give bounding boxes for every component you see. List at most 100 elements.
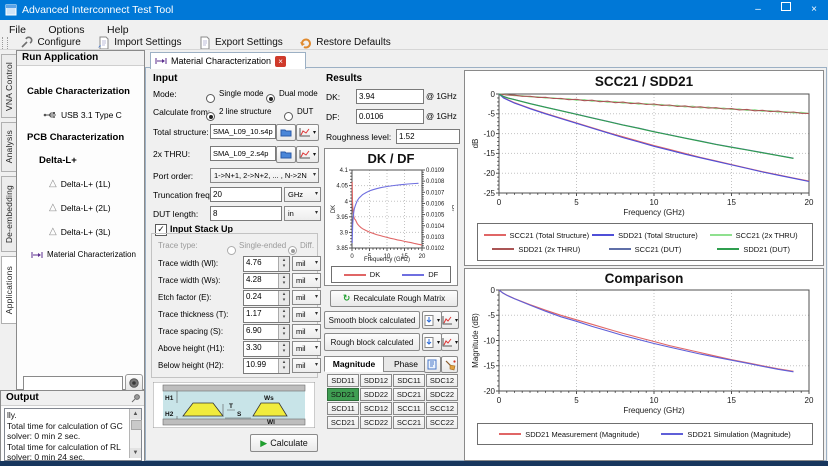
smooth-block-button[interactable]: Smooth block calculated bbox=[324, 311, 420, 329]
spinner-icon[interactable]: ▴ ▾ bbox=[278, 359, 289, 373]
matrix-cell[interactable]: SDC11 bbox=[393, 374, 425, 387]
tab-vna-control[interactable]: VNA Control bbox=[1, 54, 17, 118]
spinner-icon[interactable]: ▴ ▾ bbox=[278, 274, 289, 288]
truncation-unit-select[interactable]: GHz ▾ bbox=[284, 187, 321, 202]
matrix-cell[interactable]: SCD12 bbox=[360, 402, 392, 415]
menu-help[interactable]: Help bbox=[98, 22, 138, 36]
scroll-up-icon[interactable]: ▲ bbox=[130, 409, 141, 419]
dut-radio[interactable] bbox=[284, 106, 293, 124]
truncation-freq-input[interactable]: 20 bbox=[210, 187, 282, 202]
total-structure-input[interactable]: SMA_L09_10.s4p bbox=[210, 124, 276, 139]
stack-row-unit[interactable]: mil ▾ bbox=[292, 358, 321, 373]
plot-total-structure-button[interactable]: ▾ bbox=[296, 124, 319, 141]
smooth-plot-button[interactable]: ▾ bbox=[441, 311, 459, 329]
output-line: lly. bbox=[7, 410, 17, 420]
spinner-icon[interactable]: ▴ ▾ bbox=[278, 308, 289, 322]
stack-row-unit[interactable]: mil ▾ bbox=[292, 290, 321, 305]
spinner-icon[interactable]: ▴ ▾ bbox=[278, 291, 289, 305]
matrix-cell[interactable]: SDC22 bbox=[426, 388, 458, 401]
tab-close-icon[interactable]: × bbox=[275, 55, 287, 67]
dut-length-input[interactable]: 8 bbox=[210, 206, 282, 221]
dual-mode-radio[interactable] bbox=[266, 88, 275, 106]
two-line-structure-radio[interactable] bbox=[206, 106, 215, 124]
matrix-cell[interactable]: SDC12 bbox=[426, 374, 458, 387]
material-characterization-tab[interactable]: Material Characterization × bbox=[150, 52, 306, 69]
matrix-cell[interactable]: SCC12 bbox=[426, 402, 458, 415]
stack-row-input[interactable]: 4.76 ▴ ▾ bbox=[243, 256, 290, 272]
load-thru-button[interactable] bbox=[276, 146, 296, 163]
menu-file[interactable]: File bbox=[0, 22, 35, 36]
stack-row-input[interactable]: 4.28 ▴ ▾ bbox=[243, 273, 290, 289]
maximize-button[interactable] bbox=[772, 0, 800, 20]
phase-tab[interactable]: Phase bbox=[383, 356, 429, 372]
matrix-cell[interactable]: SDD21 bbox=[327, 388, 359, 401]
df-value-field[interactable]: 0.0106 bbox=[356, 109, 424, 124]
stack-row-label: Trace thickness (T): bbox=[158, 310, 229, 319]
stack-row-input[interactable]: 0.24 ▴ ▾ bbox=[243, 290, 290, 306]
dual-mode-label: Dual mode bbox=[279, 89, 318, 98]
plot-thru-button[interactable]: ▾ bbox=[296, 146, 319, 163]
rough-block-button[interactable]: Rough block calculated bbox=[324, 333, 420, 351]
stack-row-input[interactable]: 10.99 ▴ ▾ bbox=[243, 358, 290, 374]
matrix-cell[interactable]: SCC21 bbox=[393, 416, 425, 429]
stack-row-input[interactable]: 6.90 ▴ ▾ bbox=[243, 324, 290, 340]
thru-input[interactable]: SMA_L09_2.s4p bbox=[210, 146, 276, 161]
matrix-cell[interactable]: SDD11 bbox=[327, 374, 359, 387]
stack-row-input[interactable]: 3.30 ▴ ▾ bbox=[243, 341, 290, 357]
import-settings-button[interactable]: Import Settings bbox=[93, 36, 189, 49]
close-button[interactable]: × bbox=[800, 0, 828, 20]
tree-item-delta-1l[interactable]: △ Delta-L+ (1L) bbox=[49, 178, 111, 189]
dk-value-field[interactable]: 3.94 bbox=[356, 89, 424, 104]
output-scrollbar[interactable]: ▲ ▼ bbox=[129, 409, 142, 458]
import-icon bbox=[98, 36, 109, 49]
load-total-structure-button[interactable] bbox=[276, 124, 296, 141]
delta-3l-label: Delta-L+ (3L) bbox=[60, 226, 111, 237]
matrix-cell[interactable]: SDC21 bbox=[393, 388, 425, 401]
single-mode-radio[interactable] bbox=[206, 88, 215, 106]
stack-row-unit[interactable]: mil ▾ bbox=[292, 324, 321, 339]
scrollbar-thumb[interactable] bbox=[131, 420, 142, 430]
matrix-cell[interactable]: SCD11 bbox=[327, 402, 359, 415]
matrix-cell[interactable]: SDD12 bbox=[360, 374, 392, 387]
matrix-cell[interactable]: SDD22 bbox=[360, 388, 392, 401]
dut-length-unit-select[interactable]: in ▾ bbox=[284, 206, 321, 221]
spinner-icon[interactable]: ▴ ▾ bbox=[278, 257, 289, 271]
menu-options[interactable]: Options bbox=[39, 22, 93, 36]
clear-button[interactable] bbox=[441, 356, 458, 373]
tree-item-delta-2l[interactable]: △ Delta-L+ (2L) bbox=[49, 202, 111, 213]
spinner-icon[interactable]: ▴ ▾ bbox=[278, 342, 289, 356]
tree-item-usb[interactable]: USB 3.1 Type C bbox=[43, 110, 122, 120]
matrix-cell[interactable]: SCD22 bbox=[360, 416, 392, 429]
smooth-save-button[interactable]: ▾ bbox=[422, 311, 442, 329]
restore-defaults-button[interactable]: Restore Defaults bbox=[295, 36, 398, 49]
rough-save-button[interactable]: ▾ bbox=[422, 333, 442, 351]
usb-item-label: USB 3.1 Type C bbox=[61, 110, 122, 120]
spinner-icon[interactable]: ▴ ▾ bbox=[278, 325, 289, 339]
roughness-value-field[interactable]: 1.52 bbox=[396, 129, 460, 144]
tab-analysis[interactable]: Analysis bbox=[1, 122, 17, 172]
tree-item-delta-3l[interactable]: △ Delta-L+ (3L) bbox=[49, 226, 111, 237]
pin-icon[interactable] bbox=[131, 393, 141, 403]
calculate-button[interactable]: ▶ Calculate bbox=[250, 434, 318, 452]
magnitude-tab[interactable]: Magnitude bbox=[324, 356, 384, 372]
rough-plot-button[interactable]: ▾ bbox=[441, 333, 459, 351]
tree-item-material-characterization[interactable]: Material Characterization bbox=[31, 250, 136, 259]
stack-row-unit[interactable]: mil ▾ bbox=[292, 307, 321, 322]
scroll-down-icon[interactable]: ▼ bbox=[130, 448, 141, 458]
output-log[interactable]: lly. Total time for calculation of GC so… bbox=[4, 408, 142, 466]
tab-de-embedding[interactable]: De-embedding bbox=[1, 176, 17, 252]
stack-row-unit[interactable]: mil ▾ bbox=[292, 341, 321, 356]
configure-button[interactable]: Configure bbox=[16, 36, 88, 49]
stack-row-input[interactable]: 1.17 ▴ ▾ bbox=[243, 307, 290, 323]
port-order-select[interactable]: 1->N+1, 2->N+2, ... , N->2N ▾ bbox=[210, 168, 319, 183]
matrix-cell[interactable]: SCC11 bbox=[393, 402, 425, 415]
tab-applications[interactable]: Applications bbox=[1, 256, 17, 324]
minimize-button[interactable]: – bbox=[744, 0, 772, 20]
matrix-cell[interactable]: SCC22 bbox=[426, 416, 458, 429]
export-settings-button[interactable]: Export Settings bbox=[194, 36, 291, 49]
stack-row-unit[interactable]: mil ▾ bbox=[292, 256, 321, 271]
report-button[interactable] bbox=[424, 356, 441, 373]
stack-row-unit[interactable]: mil ▾ bbox=[292, 273, 321, 288]
recalculate-rough-matrix-button[interactable]: ↻ Recalculate Rough Matrix bbox=[330, 290, 458, 307]
matrix-cell[interactable]: SCD21 bbox=[327, 416, 359, 429]
